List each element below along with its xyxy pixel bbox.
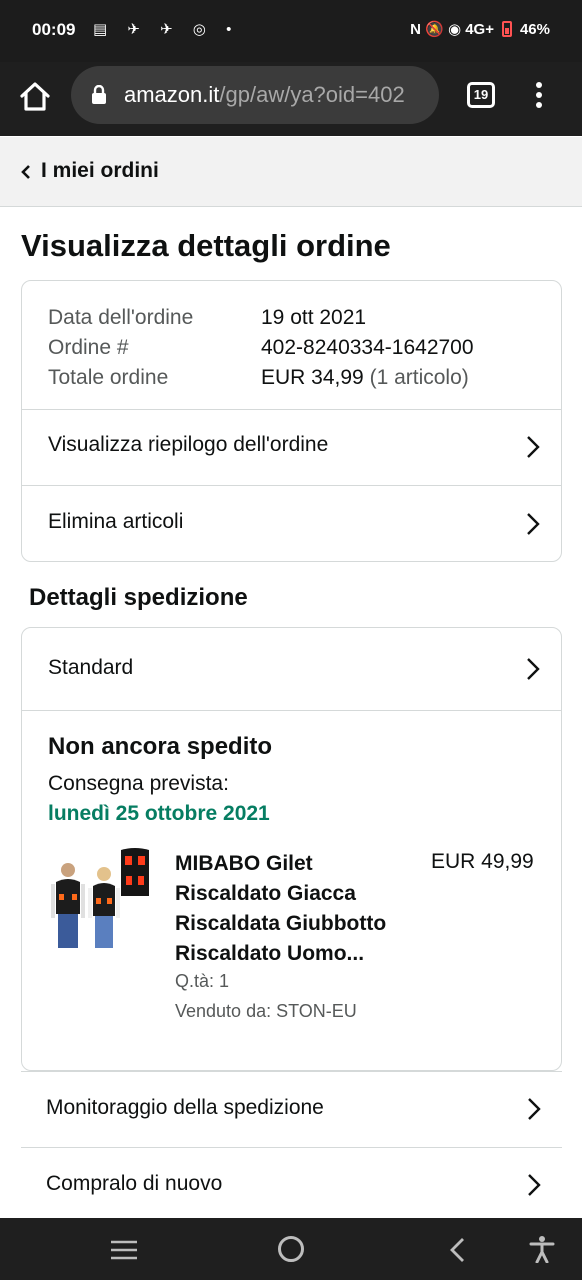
more-menu-icon[interactable] — [536, 82, 544, 110]
system-icons: N 🔕 ◉ 4G+ — [410, 21, 494, 38]
order-number-label: Ordine # — [48, 336, 129, 359]
delivery-estimate-date: lunedì 25 ottobre 2021 — [48, 802, 270, 825]
order-number-value: 402-8240334-1642700 — [261, 336, 474, 359]
system-navigation-bar — [0, 1218, 582, 1280]
lock-icon — [91, 84, 107, 110]
product-image[interactable] — [48, 848, 152, 952]
view-order-summary-label: Visualizza riepilogo dell'ordine — [48, 433, 329, 456]
url-text: amazon.it/gp/aw/ya?oid=402 — [124, 82, 405, 108]
remove-items-label: Elimina articoli — [48, 510, 184, 533]
order-meta-values: 19 ott 2021 402-8240334-1642700 EUR 34,9… — [261, 303, 474, 393]
order-item-count: (1 articolo) — [369, 366, 469, 389]
address-bar[interactable]: amazon.it/gp/aw/ya?oid=402 — [71, 66, 439, 124]
view-order-summary-row[interactable]: Visualizza riepilogo dell'ordine — [22, 409, 561, 485]
delivery-estimate-label: Consegna prevista: — [48, 772, 229, 795]
buy-again-label: Compralo di nuovo — [46, 1172, 223, 1195]
shipment-card: Standard Non ancora spedito Consegna pre… — [21, 627, 562, 1071]
order-total-label: Totale ordine — [48, 366, 169, 389]
browser-toolbar: amazon.it/gp/aw/ya?oid=402 19 — [0, 62, 582, 136]
back-link-label: I miei ordini — [41, 159, 159, 182]
chevron-right-icon — [525, 656, 541, 687]
shipping-section-title: Dettagli spedizione — [29, 584, 248, 611]
product-price: EUR 49,99 — [431, 850, 534, 873]
shipping-method-row[interactable]: Standard — [22, 628, 561, 711]
product-seller: Venduto da: STON-EU — [175, 1001, 357, 1021]
order-date-value: 19 ott 2021 — [261, 306, 367, 329]
notification-icons: ▤ ✈ ✈ ◎ • — [93, 21, 240, 38]
chevron-right-icon — [525, 434, 541, 465]
chevron-left-icon — [20, 164, 32, 185]
status-time: 00:09 — [32, 20, 76, 39]
track-shipment-label: Monitoraggio della spedizione — [46, 1096, 324, 1119]
shipment-status: Non ancora spedito — [48, 733, 273, 760]
product-quantity: Q.tà: 1 — [175, 971, 230, 991]
home-button-icon[interactable] — [278, 1236, 304, 1262]
chevron-right-icon — [525, 511, 541, 542]
home-icon[interactable] — [18, 80, 54, 116]
product-title-link[interactable]: MIBABO Gilet Riscaldato Giacca Riscaldat… — [175, 849, 415, 969]
recent-apps-icon[interactable] — [110, 1240, 138, 1265]
buy-again-row[interactable]: Compralo di nuovo — [21, 1147, 562, 1223]
status-bar: 00:09 ▤ ✈ ✈ ◎ • N 🔕 ◉ 4G+ 46% — [0, 0, 582, 62]
url-host: amazon.it — [124, 82, 220, 107]
status-indicators: N 🔕 ◉ 4G+ 46% — [410, 20, 550, 39]
order-total-value: EUR 34,99 (1 articolo) — [261, 363, 474, 393]
url-path: /gp/aw/ya?oid=402 — [219, 82, 405, 107]
order-total-amount: EUR 34,99 — [261, 366, 364, 389]
order-date-label: Data dell'ordine — [48, 306, 194, 329]
track-shipment-row[interactable]: Monitoraggio della spedizione — [21, 1071, 562, 1147]
tab-switcher-button[interactable]: 19 — [467, 82, 495, 108]
shipping-method-label: Standard — [48, 656, 134, 679]
back-arrow-icon[interactable] — [448, 1237, 466, 1268]
battery-icon — [501, 21, 512, 37]
remove-items-row[interactable]: Elimina articoli — [22, 485, 561, 561]
chevron-right-icon — [526, 1096, 542, 1127]
page-title: Visualizza dettagli ordine — [21, 228, 391, 263]
order-meta-labels: Data dell'ordine Ordine # Totale ordine — [48, 303, 193, 393]
chevron-right-icon — [526, 1172, 542, 1203]
accessibility-icon[interactable] — [529, 1235, 555, 1268]
order-summary-card: Data dell'ordine Ordine # Totale ordine … — [21, 280, 562, 562]
back-to-orders-link[interactable]: I miei ordini — [0, 137, 582, 207]
battery-level: 46% — [519, 20, 550, 38]
